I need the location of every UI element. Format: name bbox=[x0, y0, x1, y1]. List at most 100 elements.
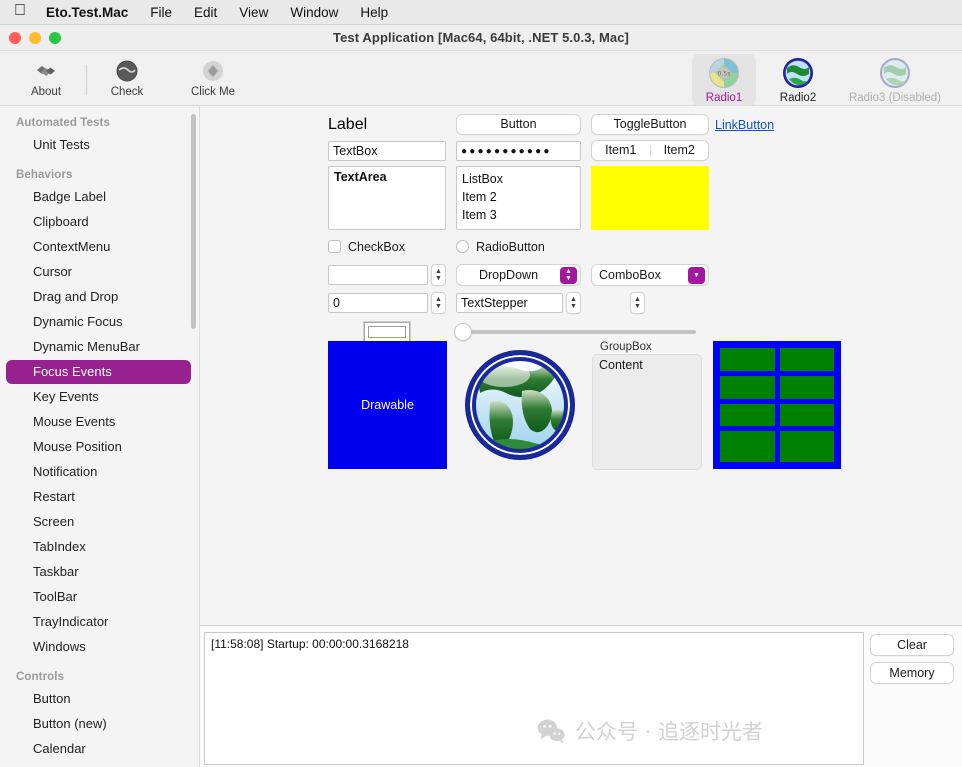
stepper-input[interactable]: 0 bbox=[328, 293, 428, 313]
password-input[interactable]: ●●●●●●●●●●● bbox=[456, 141, 581, 161]
dropdown-select[interactable]: DropDown ▲▼ bbox=[456, 264, 581, 286]
list-item[interactable]: Item 3 bbox=[462, 206, 575, 224]
close-button[interactable] bbox=[9, 32, 21, 44]
groupbox-body: Content bbox=[592, 354, 702, 470]
wechat-watermark: 公众号 · 追逐时光者 bbox=[537, 716, 763, 746]
sidebar-scrollbar[interactable] bbox=[191, 114, 196, 329]
menu-item-help[interactable]: Help bbox=[360, 5, 388, 20]
chevron-updown-icon[interactable]: ▲▼ bbox=[560, 267, 577, 284]
grid-cell[interactable] bbox=[720, 404, 775, 427]
toolbar-button-about[interactable]: About bbox=[14, 55, 78, 98]
small-bordered-button[interactable] bbox=[364, 322, 410, 342]
drawable-canvas[interactable]: Drawable bbox=[328, 341, 447, 469]
earth-globe-icon bbox=[460, 345, 580, 465]
sidebar-item-screen[interactable]: Screen bbox=[6, 510, 191, 534]
table-layout-grid bbox=[713, 341, 841, 469]
clear-button[interactable]: Clear bbox=[870, 634, 954, 656]
menu-item-file[interactable]: File bbox=[150, 5, 172, 20]
sidebar-group-controls: Controls bbox=[0, 666, 199, 686]
sidebar-item-mouse-position[interactable]: Mouse Position bbox=[6, 435, 191, 459]
segment-item1[interactable]: Item1 bbox=[592, 141, 650, 160]
grid-cell[interactable] bbox=[780, 348, 835, 371]
maximize-button[interactable] bbox=[49, 32, 61, 44]
numeric-updown-stepper[interactable]: ▲ ▼ bbox=[431, 264, 446, 286]
sidebar-item-badge-label[interactable]: Badge Label bbox=[6, 185, 191, 209]
toolbar-button-check[interactable]: Check bbox=[95, 55, 159, 98]
toolbar-radio-radio2[interactable]: Radio2 bbox=[766, 54, 830, 106]
window-controls bbox=[9, 25, 61, 50]
memory-button[interactable]: Memory bbox=[870, 662, 954, 684]
grid-cell[interactable] bbox=[780, 376, 835, 399]
menu-item-window[interactable]: Window bbox=[290, 5, 338, 20]
grid-cell[interactable] bbox=[780, 404, 835, 427]
grid-cell[interactable] bbox=[720, 431, 775, 462]
toolbar-button-click-me[interactable]: Click Me bbox=[181, 55, 245, 98]
menu-item-edit[interactable]: Edit bbox=[194, 5, 217, 20]
toggle-button[interactable]: ToggleButton bbox=[591, 114, 709, 135]
menu-item-view[interactable]: View bbox=[239, 5, 268, 20]
sidebar-item-restart[interactable]: Restart bbox=[6, 485, 191, 509]
list-item[interactable]: Item 2 bbox=[462, 188, 575, 206]
sidebar-item-drag-and-drop[interactable]: Drag and Drop bbox=[6, 285, 191, 309]
sidebar-item-calendar[interactable]: Calendar bbox=[6, 737, 191, 761]
main-panel: Label Button ToggleButton LinkButton Tex… bbox=[200, 106, 962, 767]
chevron-up-icon: ▲ bbox=[435, 296, 442, 303]
menu-item-app[interactable]: Eto.Test.Mac bbox=[46, 5, 128, 20]
sidebar-item-clipboard[interactable]: Clipboard bbox=[6, 210, 191, 234]
apple-logo-icon[interactable]:  bbox=[14, 3, 26, 19]
sidebar-item-unit-tests[interactable]: Unit Tests bbox=[6, 133, 191, 157]
toolbar-radio-radio3: Radio3 (Disabled) bbox=[840, 54, 950, 106]
combobox-select[interactable]: ComboBox ▼ bbox=[591, 264, 709, 286]
text-area[interactable]: TextArea bbox=[328, 166, 446, 230]
grid-cell[interactable] bbox=[720, 376, 775, 399]
sidebar-item-button-new[interactable]: Button (new) bbox=[6, 712, 191, 736]
checkbox-box[interactable] bbox=[328, 240, 341, 253]
sidebar-item-toolbar[interactable]: ToolBar bbox=[6, 585, 191, 609]
minimize-button[interactable] bbox=[29, 32, 41, 44]
link-button[interactable]: LinkButton bbox=[715, 118, 774, 132]
groupbox-title: GroupBox bbox=[592, 341, 702, 353]
list-box[interactable]: ListBox Item 2 Item 3 bbox=[456, 166, 581, 230]
sidebar-item-tabindex[interactable]: TabIndex bbox=[6, 535, 191, 559]
sidebar-item-contextmenu[interactable]: ContextMenu bbox=[6, 235, 191, 259]
numeric-updown-input[interactable] bbox=[328, 265, 428, 285]
sidebar-item-button[interactable]: Button bbox=[6, 687, 191, 711]
grid-cell[interactable] bbox=[720, 348, 775, 371]
sidebar-item-taskbar[interactable]: Taskbar bbox=[6, 560, 191, 584]
sidebar-item-checkbox[interactable]: CheckBox bbox=[6, 762, 191, 767]
standalone-stepper[interactable]: ▲ ▼ bbox=[630, 292, 645, 314]
radio-box[interactable] bbox=[456, 240, 469, 253]
segmented-control[interactable]: Item1 Item2 bbox=[591, 140, 709, 161]
app-toolbar: About Check Click Me bbox=[0, 51, 962, 106]
sidebar-item-key-events[interactable]: Key Events bbox=[6, 385, 191, 409]
group-box: GroupBox Content bbox=[592, 341, 702, 470]
color-picker-swatch[interactable] bbox=[591, 166, 709, 230]
log-output[interactable]: [11:58:08] Startup: 00:00:00.3168218 bbox=[204, 632, 864, 765]
sidebar-item-windows[interactable]: Windows bbox=[6, 635, 191, 659]
sidebar-item-dynamic-focus[interactable]: Dynamic Focus bbox=[6, 310, 191, 334]
slider-knob[interactable] bbox=[454, 323, 472, 341]
wechat-icon bbox=[537, 719, 565, 743]
sidebar-item-focus-events[interactable]: Focus Events bbox=[6, 360, 191, 384]
grid-cell[interactable] bbox=[780, 431, 835, 462]
textstepper-arrows[interactable]: ▲ ▼ bbox=[566, 292, 581, 314]
sidebar-item-mouse-events[interactable]: Mouse Events bbox=[6, 410, 191, 434]
sidebar-item-dynamic-menubar[interactable]: Dynamic MenuBar bbox=[6, 335, 191, 359]
stepper-arrows[interactable]: ▲ ▼ bbox=[431, 292, 446, 314]
navigation-sidebar: Automated Tests Unit Tests Behaviors Bad… bbox=[0, 106, 200, 767]
list-item[interactable]: ListBox bbox=[462, 170, 575, 188]
radiobutton-label: RadioButton bbox=[476, 240, 545, 254]
combobox-value[interactable]: ComboBox bbox=[592, 268, 688, 282]
button[interactable]: Button bbox=[456, 114, 581, 135]
slider[interactable] bbox=[456, 330, 696, 334]
sidebar-item-cursor[interactable]: Cursor bbox=[6, 260, 191, 284]
segment-item2[interactable]: Item2 bbox=[651, 141, 709, 160]
toolbar-radio-radio1[interactable]: 0.5s Radio1 bbox=[692, 54, 756, 106]
sidebar-item-notification[interactable]: Notification bbox=[6, 460, 191, 484]
textstepper-input[interactable]: TextStepper bbox=[456, 293, 563, 313]
sidebar-item-trayindicator[interactable]: TrayIndicator bbox=[6, 610, 191, 634]
textbox-input[interactable]: TextBox bbox=[328, 141, 446, 161]
slider-track[interactable] bbox=[456, 330, 696, 334]
chevron-down-icon[interactable]: ▼ bbox=[688, 267, 705, 284]
controls-form: Label Button ToggleButton LinkButton Tex… bbox=[328, 114, 774, 347]
